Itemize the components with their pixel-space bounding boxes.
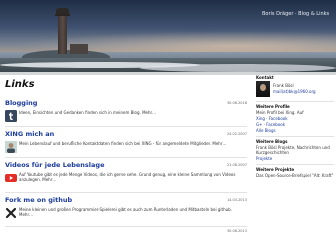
section-text: Mein Lebenslauf und berufliche Kontaktda…: [19, 141, 227, 146]
section-text: Auf Youtube gibt es jede Menge Videos, d…: [19, 172, 236, 183]
blogs-label: Weitere Blogs: [256, 139, 288, 144]
profile-link[interactable]: Xing · Facebook: [256, 116, 334, 121]
section-title[interactable]: Fork me on github: [5, 196, 247, 204]
sidebar-divider: [256, 136, 334, 137]
profile-link[interactable]: Alle Blogs: [256, 128, 334, 133]
lighthouse-icon: [58, 14, 67, 54]
avatar-face: [260, 84, 266, 91]
page-title: Links: [5, 79, 35, 90]
section-divider: [5, 157, 247, 158]
section-divider: [5, 192, 247, 193]
profile-photo[interactable]: [5, 141, 17, 153]
contact-label: Kontakt: [256, 75, 274, 80]
contact-name: Frank Bösl: [273, 83, 294, 88]
contact-email-link[interactable]: mail(at)bk@1960.org: [273, 89, 333, 94]
profile-line: Mein Profil bei Xing. Auf: [256, 110, 304, 115]
blog-line: Frank Bösl Projekte, Nachrichten und Kur…: [256, 145, 330, 156]
section-date: 14.04.2013: [226, 198, 247, 202]
house: [70, 44, 88, 54]
site-tagline: Boris Dräger · Blog & Links: [262, 11, 330, 17]
project-line[interactable]: Das Open-Source-Briefspiel "Alt: Kraft": [256, 173, 334, 178]
link-section-github: Fork me on github 14.04.2013 Meine klein…: [5, 196, 247, 219]
header-banner: Boris Dräger · Blog & Links: [0, 0, 336, 72]
section-date: 24.02.2007: [226, 132, 247, 136]
footer-date: 30.06.2013: [226, 229, 247, 233]
profiles-label: Weitere Profile: [256, 104, 290, 109]
section-divider: [5, 226, 247, 227]
section-title[interactable]: Videos für jede Lebenslage: [5, 161, 247, 169]
profile-link[interactable]: G+ · Facebook: [256, 122, 334, 127]
blog-link[interactable]: Projekte: [256, 156, 334, 161]
section-text: Meine kleinen und großen Programmier-Spi…: [19, 207, 232, 218]
link-section-videos: Videos für jede Lebenslage 21.08.2007 Au…: [5, 161, 247, 182]
snow: [140, 64, 336, 72]
link-section-xing: XING mich an 24.02.2007 Mein Lebenslauf …: [5, 130, 247, 153]
sidebar-divider: [256, 164, 334, 165]
avatar: [256, 81, 270, 97]
github-icon[interactable]: [5, 207, 17, 219]
projects-label: Weitere Projekte: [256, 167, 295, 172]
youtube-icon[interactable]: [5, 172, 17, 184]
section-text: Ideen, Einsichten und Gedanken finden si…: [19, 110, 157, 115]
section-date: 30.06.2016: [226, 101, 247, 105]
sidebar-divider: [256, 101, 334, 102]
section-date: 21.08.2007: [226, 163, 247, 167]
section-title[interactable]: XING mich an: [5, 130, 247, 138]
lighthouse-gallery: [55, 14, 70, 16]
link-section-blogging: Blogging 30.06.2016 Ideen, Einsichten un…: [5, 99, 247, 122]
section-title[interactable]: Blogging: [5, 99, 247, 107]
section-divider: [5, 126, 247, 127]
tumblr-icon[interactable]: [5, 110, 17, 122]
header-divider: [0, 72, 336, 75]
